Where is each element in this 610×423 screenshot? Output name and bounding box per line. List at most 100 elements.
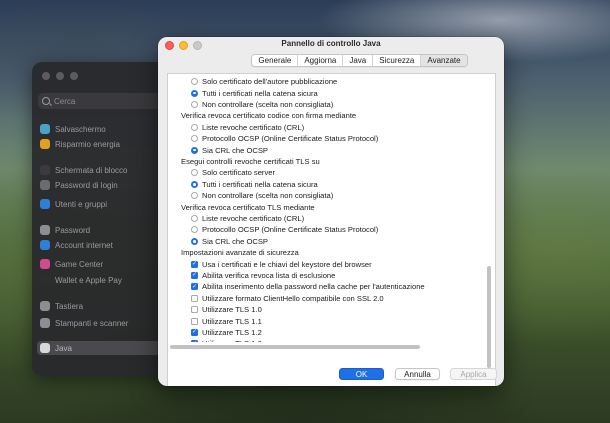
checkbox[interactable] [191, 317, 198, 325]
radio-option[interactable]: Tutti i certificati nella catena sicura [191, 87, 318, 98]
vertical-scroll-thumb[interactable] [487, 266, 491, 368]
option-label: Solo certificato server [202, 168, 276, 178]
option-label: Usa i certificati e le chiavi del keysto… [202, 259, 372, 269]
tab-java[interactable]: Java [343, 55, 374, 66]
sidebar-item-label: Risparmio energia [55, 139, 120, 149]
checkbox[interactable] [191, 306, 198, 314]
radio-option[interactable]: Non controllare (scelta non consigliata) [191, 99, 333, 110]
option-label: Abilita inserimento della password nella… [202, 282, 425, 292]
checkbox-option[interactable]: Utilizzare TLS 1.0 [191, 304, 262, 315]
checkbox[interactable]: ✓ [191, 340, 198, 342]
login-password-icon [40, 180, 50, 190]
radio-button[interactable] [191, 135, 198, 143]
radio-button[interactable] [191, 214, 198, 222]
radio-button[interactable] [191, 89, 198, 97]
sidebar-item-key[interactable]: Password [40, 223, 90, 237]
option-label: Utilizzare TLS 1.3 [202, 339, 262, 342]
radio-option[interactable]: Solo certificato dell'autore pubblicazio… [191, 76, 337, 87]
radio-button[interactable] [191, 226, 198, 234]
sidebar-item-lock-screen[interactable]: Schermata di blocco [40, 163, 127, 177]
sidebar-item-wallet[interactable]: Wallet e Apple Pay [40, 273, 122, 287]
screensaver-icon [40, 124, 50, 134]
sidebar-item-users[interactable]: Utenti e gruppi [40, 197, 107, 211]
checkbox[interactable]: ✓ [191, 271, 198, 279]
option-label: Solo certificato dell'autore pubblicazio… [202, 77, 338, 87]
checkbox-option[interactable]: ✓ Utilizzare TLS 1.3 [191, 338, 262, 342]
radio-button[interactable] [191, 180, 198, 188]
checkbox-option[interactable]: ✓ Abilita inserimento della password nell… [191, 281, 425, 292]
sidebar-item-label: Schermata di blocco [55, 165, 128, 175]
sidebar-item-game-center[interactable]: Game Center [40, 257, 103, 271]
minimize-button[interactable] [56, 72, 64, 80]
horizontal-scrollbar[interactable] [170, 344, 480, 349]
sidebar-item-at[interactable]: Account internet [40, 238, 113, 252]
checkbox-option[interactable]: Utilizzare formato ClientHello compatibi… [191, 293, 384, 304]
horizontal-scroll-thumb[interactable] [170, 345, 420, 349]
checkbox-option[interactable]: ✓ Usa i certificati e le chiavi del keyst… [191, 258, 372, 269]
game-center-icon [40, 259, 50, 269]
tab-aggiorna[interactable]: Aggiorna [298, 55, 344, 66]
radio-button[interactable] [191, 100, 198, 108]
radio-option[interactable]: Sia CRL che OCSP [191, 236, 268, 247]
sidebar-item-screensaver[interactable]: Salvaschermo [40, 122, 106, 136]
key-icon [40, 225, 50, 235]
radio-option[interactable]: Liste revoche certificato (CRL) [191, 213, 304, 224]
radio-option[interactable]: Protocollo OCSP (Online Certificate Stat… [191, 224, 378, 235]
system-settings-traffic-lights[interactable] [42, 72, 78, 80]
option-label: Sia CRL che OCSP [202, 236, 268, 246]
radio-button[interactable] [191, 237, 198, 245]
option-label: Abilita verifica revoca lista di esclusi… [202, 270, 336, 280]
sidebar-item-label: Utenti e gruppi [55, 199, 108, 209]
sidebar-item-keyboard[interactable]: Tastiera [40, 299, 83, 313]
radio-option[interactable]: Liste revoche certificato (CRL) [191, 122, 304, 133]
checkbox[interactable]: ✓ [191, 283, 198, 291]
zoom-button[interactable] [70, 72, 78, 80]
checkbox-option[interactable]: Utilizzare TLS 1.1 [191, 315, 262, 326]
checkbox[interactable]: ✓ [191, 328, 198, 336]
sidebar-item-printer[interactable]: Stampanti e scanner [40, 316, 128, 330]
radio-option[interactable]: Solo certificato server [191, 167, 275, 178]
wallet-icon [40, 275, 50, 285]
radio-option[interactable]: Sia CRL che OCSP [191, 144, 268, 155]
ok-button[interactable]: OK [339, 368, 384, 380]
tab-avanzate[interactable]: Avanzate [421, 55, 467, 66]
sidebar-item-label: Password di login [55, 180, 118, 190]
checkbox[interactable]: ✓ [191, 260, 198, 268]
radio-option[interactable]: Tutti i certificati nella catena sicura [191, 179, 318, 190]
sidebar-item-label: Password [55, 225, 91, 235]
checkbox-option[interactable]: ✓ Utilizzare TLS 1.2 [191, 327, 262, 338]
cancel-button[interactable]: Annulla [395, 368, 440, 380]
sidebar-item-label: Account internet [55, 240, 113, 250]
option-label: Tutti i certificati nella catena sicura [202, 179, 318, 189]
sidebar-item-label: Wallet e Apple Pay [55, 275, 122, 285]
lock-screen-icon [40, 165, 50, 175]
title-bar[interactable]: Pannello di controllo Java [158, 37, 504, 51]
tab-generale[interactable]: Generale [252, 55, 299, 66]
tab-sicurezza[interactable]: Sicurezza [373, 55, 422, 66]
sidebar-item-java[interactable]: Java [37, 341, 175, 355]
keyboard-icon [40, 301, 50, 311]
radio-option[interactable]: Protocollo OCSP (Online Certificate Stat… [191, 133, 378, 144]
apply-button[interactable]: Applica [450, 368, 497, 380]
sidebar-item-energy[interactable]: Risparmio energia [40, 137, 120, 151]
sidebar-item-login-password[interactable]: Password di login [40, 178, 118, 192]
radio-button[interactable] [191, 169, 198, 177]
option-label: Sia CRL che OCSP [202, 145, 268, 155]
radio-button[interactable] [191, 146, 198, 154]
radio-option[interactable]: Non controllare (scelta non consigliata) [191, 190, 333, 201]
sidebar-item-label: Game Center [55, 259, 104, 269]
search-input[interactable]: Cerca [38, 93, 168, 109]
radio-button[interactable] [191, 192, 198, 200]
radio-button[interactable] [191, 123, 198, 131]
vertical-scrollbar[interactable] [486, 76, 492, 368]
radio-button[interactable] [191, 78, 198, 86]
tab-bar: Generale Aggiorna Java Sicurezza Avanzate [158, 54, 504, 67]
close-button[interactable] [42, 72, 50, 80]
java-icon [40, 343, 50, 353]
settings-tree: Solo certificato dell'autore pubblicazio… [177, 76, 492, 342]
option-label: Utilizzare TLS 1.2 [202, 327, 262, 337]
checkbox[interactable] [191, 294, 198, 302]
checkbox-option[interactable]: ✓ Abilita verifica revoca lista di esclus… [191, 270, 335, 281]
option-label: Protocollo OCSP (Online Certificate Stat… [202, 134, 379, 144]
users-icon [40, 199, 50, 209]
